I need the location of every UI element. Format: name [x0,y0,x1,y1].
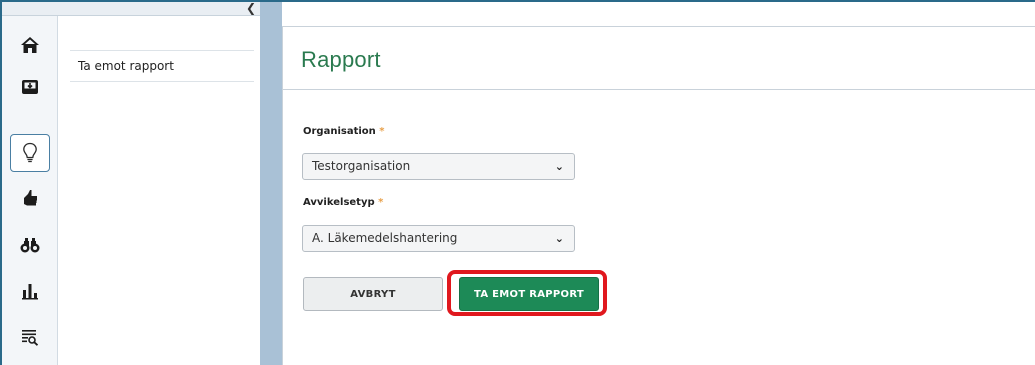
secondary-nav: Ta emot rapport [58,16,260,365]
organisation-select-value: Testorganisation [312,159,411,173]
home-icon[interactable] [10,26,50,64]
list-search-icon[interactable] [10,318,50,356]
required-mark: * [378,197,384,208]
highlight-annotation [447,270,607,316]
organisation-label: Organisation * [303,126,385,137]
title-divider [283,89,1035,90]
bar-chart-icon[interactable] [10,272,50,310]
page-title: Rapport [301,47,381,72]
avvikelsetyp-label: Avvikelsetyp * [303,197,383,208]
thumbs-up-icon[interactable] [10,180,50,218]
cancel-button[interactable]: AVBRYT [303,277,443,311]
panel-topbar: ❮ [2,1,260,16]
avvikelsetyp-select[interactable]: A. Läkemedelshantering ⌄ [302,225,575,252]
chevron-left-icon[interactable]: ❮ [246,1,256,15]
panel-splitter[interactable] [260,2,282,365]
organisation-select[interactable]: Testorganisation ⌄ [302,153,575,180]
icon-rail [2,16,58,365]
avvikelsetyp-label-text: Avvikelsetyp [303,197,375,208]
chevron-down-icon: ⌄ [554,232,564,245]
required-mark: * [379,126,385,137]
inbox-icon[interactable] [10,68,50,106]
organisation-label-text: Organisation [303,126,376,137]
chevron-down-icon: ⌄ [554,160,564,173]
avvikelsetyp-select-value: A. Läkemedelshantering [312,231,458,245]
subnav-item-ta-emot-rapport[interactable]: Ta emot rapport [70,50,254,82]
main-panel: Rapport Organisation * Testorganisation … [282,26,1035,365]
binoculars-icon[interactable] [10,226,50,264]
lightbulb-icon[interactable] [10,134,50,172]
